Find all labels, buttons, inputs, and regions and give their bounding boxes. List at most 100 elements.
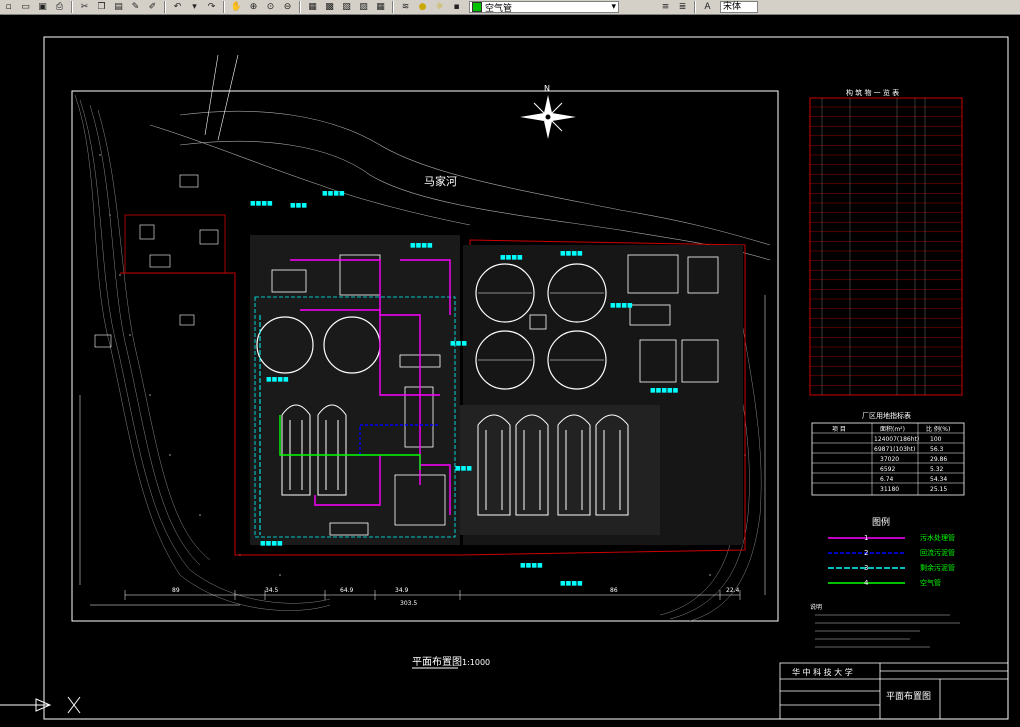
layer-manager-icon[interactable]: ≋: [399, 1, 412, 13]
land-use-cell: 69871(103ht): [874, 446, 915, 453]
legend-label-3: 剩余污泥管: [920, 563, 955, 572]
brush-icon[interactable]: ✐: [146, 1, 159, 13]
land-use-header-ratio: 比 例(%): [926, 425, 950, 433]
svg-text:■■■■: ■■■■: [500, 254, 523, 261]
toolpalette-icon[interactable]: ▧: [340, 1, 353, 13]
paste-icon[interactable]: ▤: [112, 1, 125, 13]
access-road: [204, 54, 239, 141]
sun-icon[interactable]: ☼: [433, 1, 446, 13]
plan-title: 平面布置图: [412, 656, 462, 668]
text-style-icon[interactable]: A: [701, 1, 714, 13]
legend-label-4: 空气管: [920, 578, 941, 587]
drawing-canvas[interactable]: 马家河 N ■■■■ ■■■ ■■■■ ■■■■ ■■■■ ■■■■ ■■■■ …: [0, 15, 1020, 723]
land-use-cell: 100: [930, 436, 942, 443]
svg-text:■■■■: ■■■■: [250, 200, 273, 207]
layer-color-swatch: [472, 2, 482, 12]
drawing-name: 平面布置图: [886, 690, 931, 702]
notes-title: 说明: [810, 603, 822, 611]
open-icon[interactable]: ▭: [19, 1, 32, 13]
legend-num-3: 3: [864, 564, 868, 572]
university-name: 华 中 科 技 大 学: [792, 667, 853, 677]
dim-5: 86: [610, 587, 618, 594]
designcenter-icon[interactable]: ▩: [323, 1, 336, 13]
sheetset-icon[interactable]: ▨: [357, 1, 370, 13]
new-icon[interactable]: ▫: [2, 1, 15, 13]
zone-west: [250, 235, 460, 545]
svg-text:■■■■: ■■■■: [560, 250, 583, 257]
cut-icon[interactable]: ✂: [78, 1, 91, 13]
redo-icon[interactable]: ▾: [188, 1, 201, 13]
legend-num-4: 4: [864, 579, 869, 587]
zoom-previous-icon[interactable]: ⊖: [281, 1, 294, 13]
legend-lines: [828, 537, 905, 584]
land-use-header-item: 项 目: [832, 426, 846, 433]
river-name: 马家河: [424, 174, 457, 188]
text-style-dropdown[interactable]: 宋体: [720, 1, 758, 13]
land-use-cell: 5.32: [930, 466, 944, 473]
undo-icon[interactable]: ↶: [171, 1, 184, 13]
zoom-window-icon[interactable]: ⊙: [264, 1, 277, 13]
layer-name: 空气管: [485, 3, 513, 14]
layer-states-icon[interactable]: ≣: [676, 1, 689, 13]
north-label: N: [544, 84, 550, 93]
land-use-cell: 6592: [880, 466, 895, 473]
dim-2: 34.5: [265, 587, 279, 594]
layer-prev-icon[interactable]: ≡: [659, 1, 672, 13]
legend-label-1: 污水处理管: [920, 533, 955, 542]
lock-icon[interactable]: ▪: [450, 1, 463, 13]
land-use-header-area: 面积(m²): [880, 425, 905, 433]
land-use-cell: 25.15: [930, 486, 947, 493]
dimension-texts: 89 34.5 64.9 34.9 86 22.4 303.5: [172, 587, 740, 607]
land-use-cell: 37020: [880, 456, 899, 463]
svg-text:■■■■: ■■■■: [260, 540, 283, 547]
svg-text:■■■■■: ■■■■■: [650, 387, 679, 394]
layer-dropdown[interactable]: 空气管 ▾: [469, 1, 619, 14]
calculator-icon[interactable]: ▦: [374, 1, 387, 13]
land-use-title: 厂区用地指标表: [862, 411, 911, 420]
zoom-realtime-icon[interactable]: ⊕: [247, 1, 260, 13]
land-use-cell: 54.34: [930, 476, 947, 483]
pan-icon[interactable]: ✋: [230, 1, 243, 13]
text-style-name: 宋体: [723, 2, 742, 12]
village-houses: [94, 174, 219, 348]
toolbar-separator: [392, 1, 394, 13]
structures-table: [809, 97, 963, 396]
save-icon[interactable]: ▣: [36, 1, 49, 13]
dim-6: 22.4: [726, 587, 740, 594]
svg-text:■■■■: ■■■■: [266, 376, 289, 383]
svg-text:■■■: ■■■: [455, 465, 472, 472]
svg-text:■■■■: ■■■■: [520, 562, 543, 569]
print-icon[interactable]: ⎙: [53, 1, 66, 13]
svg-text:■■■■: ■■■■: [322, 190, 345, 197]
svg-text:■■■: ■■■: [290, 202, 307, 209]
properties-icon[interactable]: ▦: [306, 1, 319, 13]
dim-4: 34.9: [395, 587, 409, 594]
svg-text:■■■■: ■■■■: [560, 580, 583, 587]
land-use-cell: 31180: [880, 486, 899, 493]
notes-lines: [815, 614, 960, 648]
dim-3: 64.9: [340, 587, 354, 594]
toolbar-separator: [71, 1, 73, 13]
land-use-cell: 6.74: [880, 476, 894, 483]
legend-labels: 污水处理管 回流污泥管 剩余污泥管 空气管: [920, 533, 955, 587]
copy-icon[interactable]: ❐: [95, 1, 108, 13]
legend-label-2: 回流污泥管: [920, 548, 955, 557]
plan-scale: 1:1000: [462, 658, 490, 667]
legend-num-2: 2: [864, 549, 868, 557]
match-icon[interactable]: ✎: [129, 1, 142, 13]
land-use-cell: 124007(186ht): [874, 436, 919, 443]
toolbar-separator: [299, 1, 301, 13]
land-use-cell: 29.86: [930, 456, 947, 463]
svg-text:■■■: ■■■: [450, 340, 467, 347]
land-use-cell: 56.3: [930, 446, 944, 453]
north-arrow: [520, 95, 576, 139]
bulb-icon[interactable]: ●: [416, 1, 429, 13]
toolbar-separator: [223, 1, 225, 13]
legend-title: 图例: [872, 516, 890, 528]
redo-arrow-icon[interactable]: ↷: [205, 1, 218, 13]
structures-table-title: 构 筑 物 一 览 表: [846, 88, 899, 97]
legend-num-1: 1: [864, 534, 868, 542]
chevron-down-icon[interactable]: ▾: [611, 2, 616, 12]
toolbar-separator: [694, 1, 696, 13]
dim-1: 89: [172, 587, 180, 594]
